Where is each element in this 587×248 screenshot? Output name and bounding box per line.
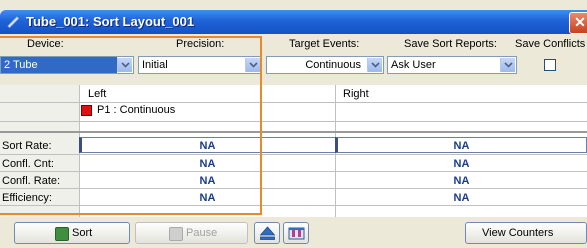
save-sort-reports-label: Save Sort Reports: bbox=[404, 38, 497, 50]
divider bbox=[0, 102, 587, 103]
population-color-swatch bbox=[81, 105, 92, 116]
save-sort-reports-select-value: Ask User bbox=[391, 59, 436, 71]
target-events-label: Target Events: bbox=[289, 38, 360, 50]
device-select[interactable]: 2 Tube bbox=[0, 56, 134, 74]
confl-rate-label: Confl. Rate: bbox=[2, 175, 61, 187]
save-conflicts-label: Save Conflicts bbox=[515, 38, 586, 50]
column-header-left: Left bbox=[88, 88, 107, 100]
target-events-select[interactable]: Continuous bbox=[266, 56, 384, 74]
save-conflicts-checkbox[interactable] bbox=[544, 59, 556, 71]
precision-select[interactable]: Initial bbox=[138, 56, 262, 74]
save-sort-reports-dropdown-button[interactable] bbox=[500, 58, 515, 72]
divider bbox=[0, 205, 587, 206]
sort-layout-window: Tube_001: Sort Layout_001 ✕ Device: Prec… bbox=[0, 0, 587, 248]
target-events-select-value: Continuous bbox=[305, 59, 361, 71]
tube-layout-button[interactable] bbox=[283, 222, 309, 244]
sort-rate-right-value: NA bbox=[453, 140, 470, 152]
confl-cnt-label: Confl. Cnt: bbox=[2, 158, 54, 170]
chevron-down-icon bbox=[249, 62, 258, 68]
sort-icon bbox=[55, 227, 69, 241]
divider bbox=[0, 171, 587, 172]
sort-button[interactable]: Sort bbox=[14, 222, 130, 244]
window-title: Tube_001: Sort Layout_001 bbox=[26, 14, 195, 29]
pause-icon bbox=[169, 227, 183, 241]
device-label: Device: bbox=[27, 38, 64, 50]
app-icon bbox=[7, 16, 20, 28]
close-button[interactable]: ✕ bbox=[569, 12, 587, 34]
divider bbox=[0, 131, 587, 133]
eject-button[interactable] bbox=[254, 222, 280, 244]
confl-cnt-right-value: NA bbox=[453, 158, 470, 170]
confl-rate-left-value: NA bbox=[199, 175, 216, 187]
pause-button-label: Pause bbox=[186, 227, 218, 239]
sort-rate-left-value: NA bbox=[199, 140, 216, 152]
view-counters-button[interactable]: View Counters bbox=[465, 222, 587, 244]
divider bbox=[0, 154, 587, 155]
sort-rate-label: Sort Rate: bbox=[2, 140, 52, 152]
device-select-value: 2 Tube bbox=[4, 59, 38, 71]
title-bar[interactable]: Tube_001: Sort Layout_001 ✕ bbox=[0, 10, 587, 34]
tube-holder-icon bbox=[288, 227, 305, 240]
sort-counters-grid: Left Right P1 : Continuous Sort Rate: NA… bbox=[0, 85, 587, 217]
efficiency-label: Efficiency: bbox=[2, 192, 52, 204]
precision-label: Precision: bbox=[176, 38, 225, 50]
column-header-right: Right bbox=[343, 88, 369, 100]
confl-cnt-left-value: NA bbox=[199, 158, 216, 170]
eject-icon bbox=[259, 226, 276, 240]
precision-select-value: Initial bbox=[142, 59, 168, 71]
save-sort-reports-select[interactable]: Ask User bbox=[387, 56, 517, 74]
chevron-down-icon bbox=[371, 62, 380, 68]
efficiency-left-value: NA bbox=[199, 192, 216, 204]
view-counters-label: View Counters bbox=[482, 227, 554, 239]
precision-dropdown-button[interactable] bbox=[245, 58, 260, 72]
sort-button-label: Sort bbox=[72, 227, 93, 239]
target-events-dropdown-button[interactable] bbox=[367, 58, 382, 72]
chevron-down-icon bbox=[504, 62, 513, 68]
divider bbox=[0, 188, 587, 189]
efficiency-right-value: NA bbox=[453, 192, 470, 204]
divider bbox=[0, 121, 587, 122]
chevron-down-icon bbox=[121, 62, 130, 68]
confl-rate-right-value: NA bbox=[453, 175, 470, 187]
bottom-toolbar: Sort Pause View Counters bbox=[0, 217, 587, 248]
pause-button[interactable]: Pause bbox=[135, 222, 248, 244]
device-dropdown-button[interactable] bbox=[117, 58, 132, 72]
population-label[interactable]: P1 : Continuous bbox=[97, 104, 175, 116]
close-icon: ✕ bbox=[574, 14, 586, 30]
